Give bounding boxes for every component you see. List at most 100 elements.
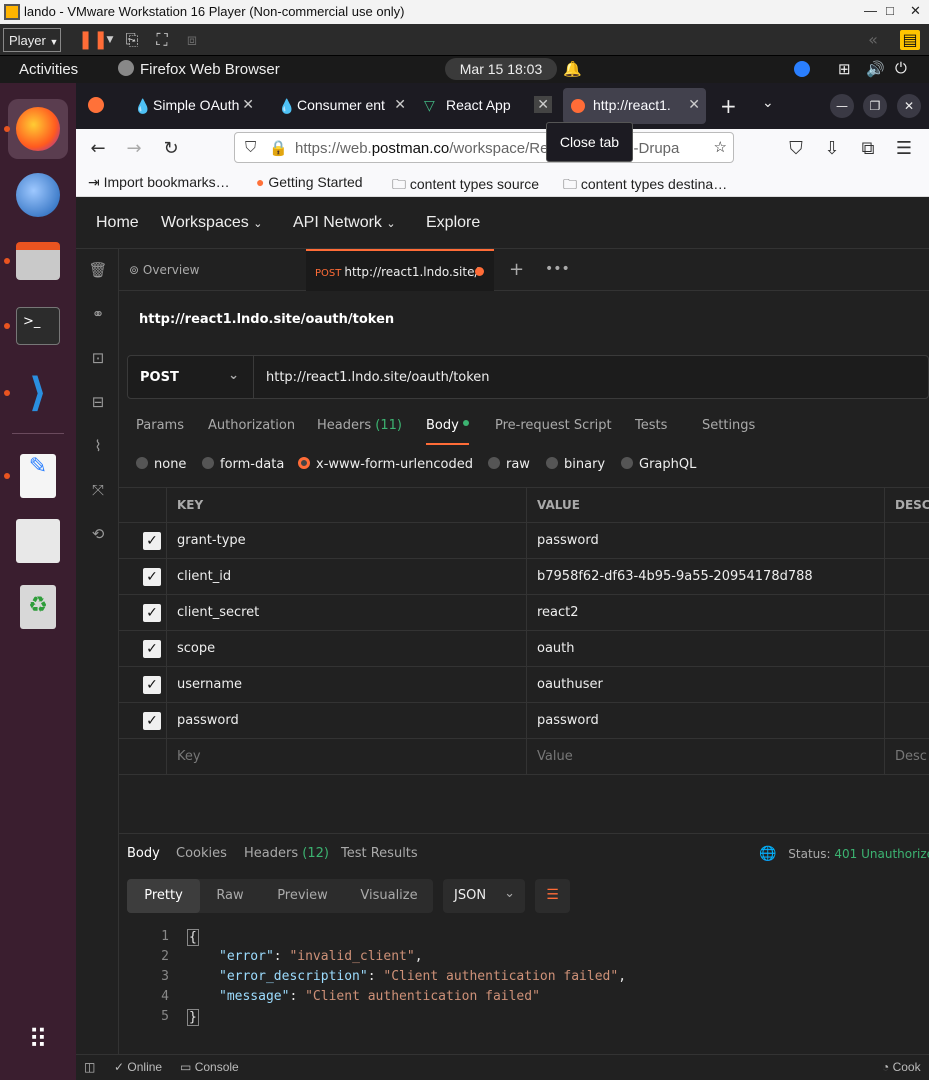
row-key[interactable]: grant-type <box>167 523 527 559</box>
row-desc[interactable] <box>885 595 929 631</box>
new-value-input[interactable]: Value <box>527 739 885 775</box>
tab-tests[interactable]: Tests <box>635 418 667 433</box>
minimize-icon[interactable]: — <box>864 3 877 18</box>
notes-icon[interactable]: ▤ <box>900 30 920 50</box>
radio-form-data[interactable]: form-data <box>202 457 284 472</box>
row-key[interactable]: scope <box>167 631 527 667</box>
row-desc[interactable] <box>885 667 929 703</box>
dock-firefox[interactable] <box>8 99 68 159</box>
format-visualize[interactable]: Visualize <box>345 879 433 913</box>
apis-icon[interactable]: ⚭ <box>88 305 108 325</box>
row-value[interactable]: react2 <box>527 595 885 631</box>
clock[interactable]: Mar 15 18:03 <box>445 58 557 80</box>
chevron-down-icon[interactable]: ▼ <box>100 30 120 50</box>
back-icon[interactable]: ← <box>88 138 108 159</box>
new-desc-input[interactable]: Desc <box>885 739 929 775</box>
reload-icon[interactable]: ↻ <box>161 138 181 159</box>
url-input[interactable]: http://react1.lndo.site/oauth/token <box>266 370 490 385</box>
close-icon[interactable]: ✕ <box>688 96 700 113</box>
pocket-icon[interactable]: ⛉ <box>786 138 806 159</box>
collapse-icon[interactable]: « <box>863 30 883 50</box>
row-checkbox[interactable]: ✓ <box>143 532 161 550</box>
dock-terminal[interactable]: >_ <box>8 296 68 356</box>
new-tab-icon[interactable]: + <box>720 94 737 118</box>
resp-tab-tests[interactable]: Test Results <box>341 846 418 861</box>
wrap-lines-icon[interactable]: ☰ <box>535 879 570 913</box>
bookmark-star-icon[interactable]: ☆ <box>709 138 727 156</box>
new-tab-icon[interactable]: + <box>509 259 524 280</box>
restore-icon[interactable]: ❐ <box>863 94 887 118</box>
row-key[interactable]: password <box>167 703 527 739</box>
bookmark-folder-destination[interactable]: 🗀 content types destina… <box>563 174 727 198</box>
maximize-icon[interactable]: □ <box>886 3 894 18</box>
firefox-view-icon[interactable] <box>88 97 104 113</box>
tab-request-active[interactable]: POST http://react1.lndo.site/ <box>306 249 494 291</box>
row-checkbox[interactable]: ✓ <box>143 676 161 694</box>
more-icon[interactable]: ••• <box>545 261 570 277</box>
list-tabs-icon[interactable]: ⌄ <box>762 95 774 111</box>
resp-tab-cookies[interactable]: Cookies <box>176 846 227 861</box>
format-raw[interactable]: Raw <box>200 879 260 913</box>
history-icon[interactable]: ⟲ <box>88 525 108 545</box>
nav-api-network[interactable]: API Network ⌄ <box>293 214 396 232</box>
row-key[interactable]: username <box>167 667 527 703</box>
nav-workspaces[interactable]: Workspaces ⌄ <box>161 214 262 232</box>
trash-icon[interactable]: 🗑 <box>88 261 108 281</box>
player-menu-button[interactable]: Player ▼ <box>3 28 61 52</box>
show-apps-icon[interactable]: ⠿ <box>8 1010 68 1070</box>
tab-overview[interactable]: ⊚ Overview <box>129 263 199 277</box>
sidebar-toggle-icon[interactable]: ◫ <box>84 1060 95 1074</box>
minimize-icon[interactable]: — <box>830 94 854 118</box>
close-icon[interactable]: ✕ <box>910 3 921 19</box>
tab-headers[interactable]: Headers (11) <box>317 418 402 433</box>
row-desc[interactable] <box>885 523 929 559</box>
mock-servers-icon[interactable]: ⊟ <box>88 393 108 413</box>
app-menu[interactable]: Firefox Web Browser <box>140 61 280 78</box>
row-key[interactable]: client_secret <box>167 595 527 631</box>
dock-vscode[interactable]: ⟩ <box>8 363 68 423</box>
tab-body[interactable]: Body <box>426 418 469 445</box>
network-icon[interactable]: ⊞ <box>838 60 851 78</box>
dock-thunderbird[interactable] <box>8 165 68 225</box>
language-select[interactable]: JSON ⌄ <box>443 879 525 913</box>
row-checkbox[interactable]: ✓ <box>143 568 161 586</box>
tab-settings[interactable]: Settings <box>702 418 755 433</box>
bookmark-getting-started[interactable]: ● Getting Started <box>256 174 363 190</box>
radio-urlencoded[interactable]: x-www-form-urlencoded <box>298 457 473 472</box>
row-value[interactable]: password <box>527 523 885 559</box>
close-icon[interactable]: ✕ <box>534 96 552 113</box>
row-checkbox[interactable]: ✓ <box>143 640 161 658</box>
row-key[interactable]: client_id <box>167 559 527 595</box>
dock-files[interactable] <box>8 231 68 291</box>
radio-none[interactable]: none <box>136 457 186 472</box>
cookies-button[interactable]: ◔ Cook <box>882 1060 921 1074</box>
row-desc[interactable] <box>885 631 929 667</box>
row-value[interactable]: oauthuser <box>527 667 885 703</box>
vpn-icon[interactable] <box>794 61 810 77</box>
unity-icon[interactable]: ⧈ <box>182 30 202 50</box>
activities-button[interactable]: Activities <box>19 61 78 78</box>
new-key-input[interactable]: Key <box>167 739 527 775</box>
dock-trash[interactable]: ♻ <box>8 577 68 637</box>
tab-consumer[interactable]: 💧 Consumer ent ✕ <box>272 88 412 124</box>
tab-prerequest[interactable]: Pre-request Script <box>495 418 612 433</box>
row-desc[interactable] <box>885 559 929 595</box>
console-button[interactable]: ▭ Console <box>180 1060 239 1074</box>
dock-libreoffice[interactable] <box>8 511 68 571</box>
volume-icon[interactable]: 🔊 <box>866 60 885 78</box>
extensions-icon[interactable]: ⧉ <box>858 138 878 159</box>
close-icon[interactable]: ✕ <box>394 96 406 113</box>
close-icon[interactable]: ✕ <box>242 96 254 113</box>
tab-postman-active[interactable]: http://react1. ✕ <box>563 88 706 124</box>
flows-icon[interactable]: ⤧ <box>88 481 108 501</box>
monitors-icon[interactable]: ⌇ <box>88 437 108 457</box>
format-preview[interactable]: Preview <box>260 879 345 913</box>
nav-explore[interactable]: Explore <box>426 214 480 232</box>
row-desc[interactable] <box>885 703 929 739</box>
fullscreen-icon[interactable]: ⛶ <box>152 30 172 50</box>
url-bar[interactable]: ⛉ 🔒 https://web.postman.co/workspace/Rea… <box>234 132 734 163</box>
radio-binary[interactable]: binary <box>546 457 605 472</box>
resp-tab-headers[interactable]: Headers (12) <box>244 846 329 861</box>
radio-graphql[interactable]: GraphQL <box>621 457 696 472</box>
close-window-icon[interactable]: ✕ <box>897 94 921 118</box>
